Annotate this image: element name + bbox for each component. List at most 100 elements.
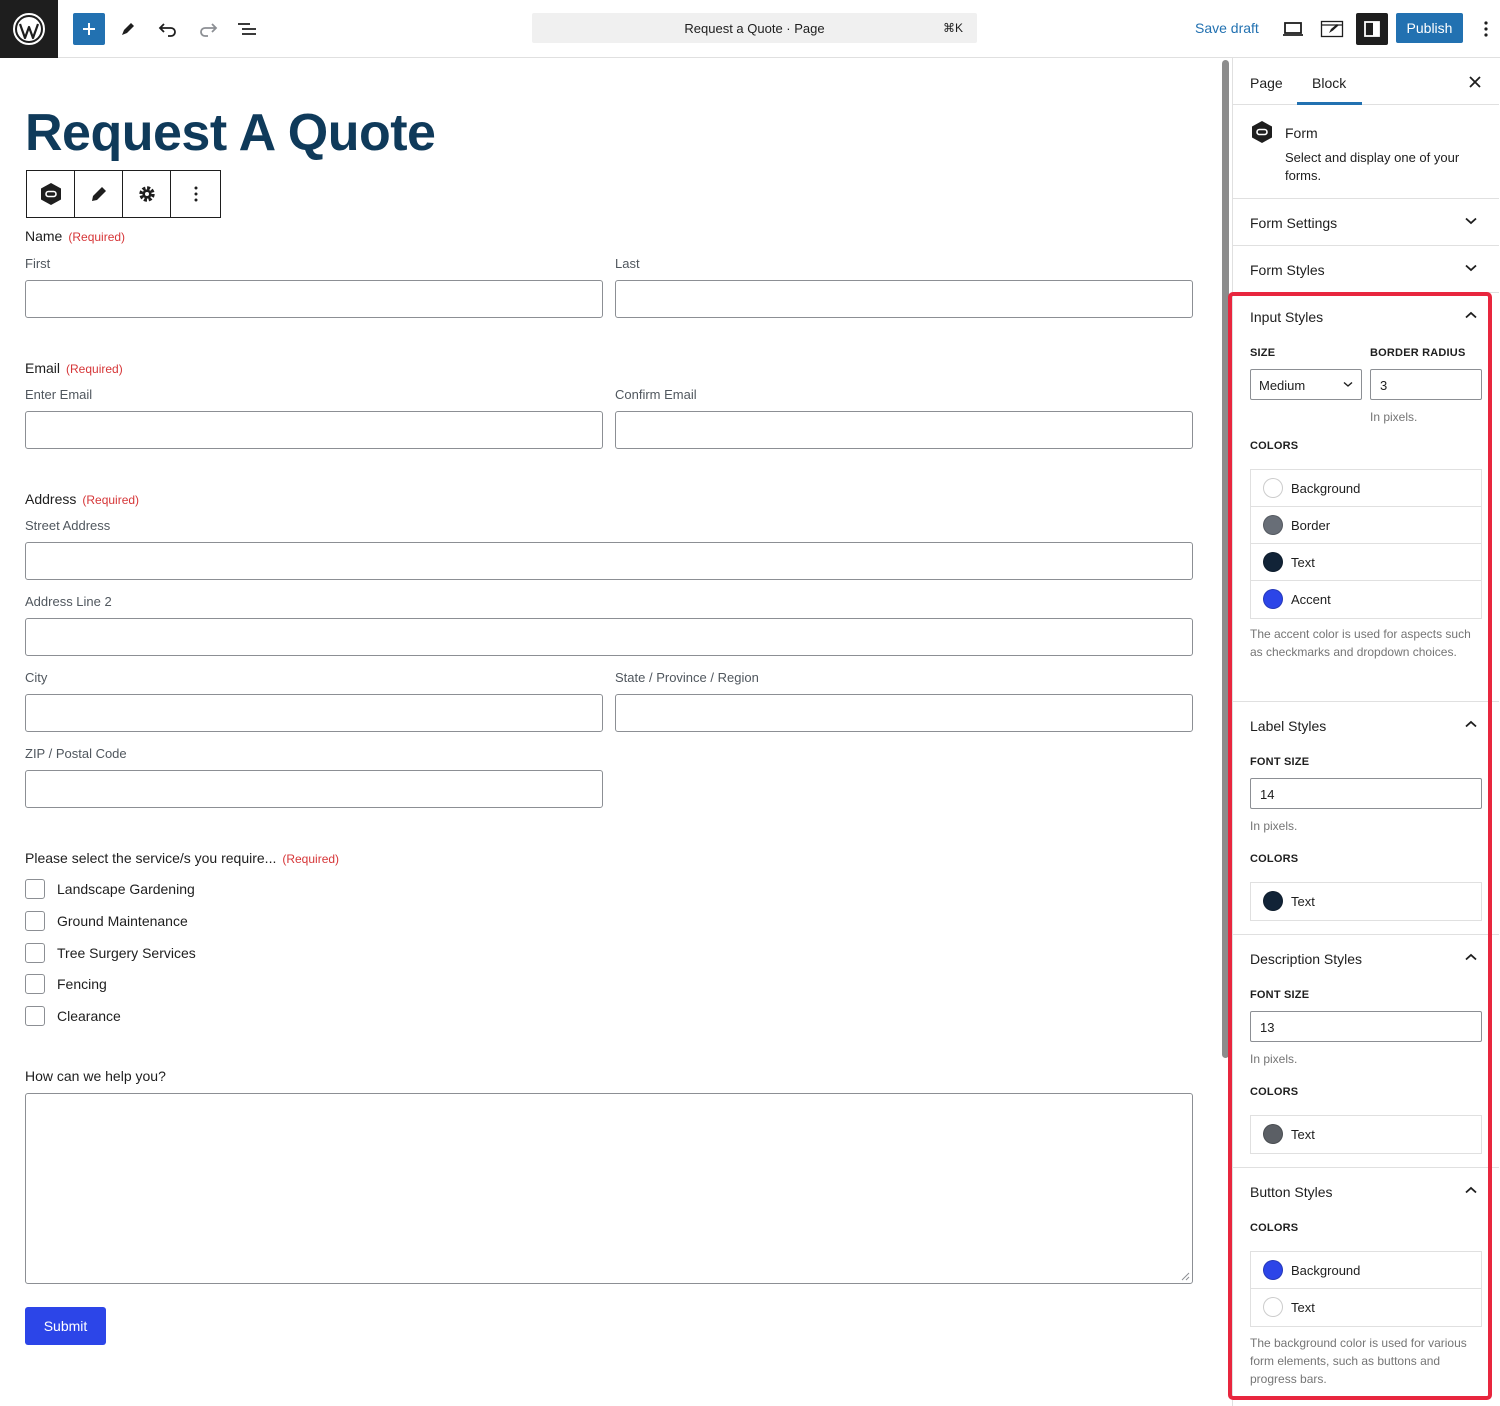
document-title: Request a Quote · Page — [684, 21, 825, 36]
form-styles-panel-toggle[interactable]: Form Styles — [1233, 246, 1499, 293]
last-name-sublabel: Last — [615, 256, 640, 271]
state-input[interactable] — [615, 694, 1193, 732]
add-block-button[interactable] — [73, 13, 105, 45]
button-styles-panel-toggle[interactable]: Button Styles — [1233, 1168, 1499, 1215]
help-textarea[interactable] — [25, 1093, 1193, 1284]
page-title[interactable]: Request A Quote — [25, 103, 436, 163]
last-name-input[interactable] — [615, 280, 1193, 318]
color-swatch — [1263, 515, 1283, 535]
panel-title: Form Styles — [1250, 262, 1325, 278]
checkbox[interactable] — [25, 974, 45, 994]
input-background-color[interactable]: Background — [1251, 470, 1481, 507]
form-settings-button[interactable] — [123, 171, 171, 217]
color-name: Text — [1291, 894, 1315, 909]
label-text-color[interactable]: Text — [1251, 883, 1481, 920]
address-line2-input[interactable] — [25, 618, 1193, 656]
color-name: Text — [1291, 1127, 1315, 1142]
redo-button[interactable] — [192, 13, 224, 45]
font-size-label: FONT SIZE — [1250, 756, 1310, 768]
checkbox[interactable] — [25, 879, 45, 899]
confirm-email-sublabel: Confirm Email — [615, 387, 697, 402]
label-font-size-value: 14 — [1260, 787, 1275, 802]
save-draft-button[interactable]: Save draft — [1195, 20, 1259, 36]
service-option-label: Ground Maintenance — [57, 913, 188, 929]
block-card-description: Select and display one of your forms. — [1285, 150, 1460, 183]
form-settings-panel-toggle[interactable]: Form Settings — [1233, 199, 1499, 246]
panel-title: Input Styles — [1250, 309, 1324, 325]
publish-button[interactable]: Publish — [1396, 13, 1463, 43]
email-input[interactable] — [25, 411, 603, 449]
address-label-text: Address — [25, 491, 77, 507]
colors-label: COLORS — [1250, 1222, 1299, 1234]
chevron-up-icon — [1465, 1186, 1477, 1194]
pencil-icon — [122, 23, 134, 35]
street-address-input[interactable] — [25, 542, 1193, 580]
input-text-color[interactable]: Text — [1251, 544, 1481, 581]
checkbox[interactable] — [25, 943, 45, 963]
required-marker: (Required) — [282, 852, 340, 866]
panel-title: Description Styles — [1250, 951, 1363, 967]
undo-button[interactable] — [152, 13, 184, 45]
block-options-button[interactable] — [171, 171, 220, 217]
checkbox[interactable] — [25, 1006, 45, 1026]
shortcut-hint: ⌘K — [942, 21, 963, 35]
service-option[interactable]: Landscape Gardening — [25, 878, 195, 900]
submit-button[interactable]: Submit — [25, 1307, 106, 1345]
border-radius-input[interactable]: 3 — [1370, 369, 1482, 400]
label-styles-panel-toggle[interactable]: Label Styles — [1233, 702, 1499, 749]
service-option[interactable]: Tree Surgery Services — [25, 942, 196, 964]
tools-button[interactable] — [112, 13, 144, 45]
color-swatch — [1263, 478, 1283, 498]
button-text-color[interactable]: Text — [1251, 1289, 1481, 1326]
button-background-color[interactable]: Background — [1251, 1252, 1481, 1289]
input-border-color[interactable]: Border — [1251, 507, 1481, 544]
colors-label: COLORS — [1250, 853, 1299, 865]
canvas-scrollbar[interactable] — [1222, 60, 1229, 1058]
editor-canvas: Request A Quote Name (Required) First La… — [0, 58, 1220, 1406]
input-styles-panel-toggle[interactable]: Input Styles — [1233, 293, 1499, 340]
enter-email-sublabel: Enter Email — [25, 387, 93, 402]
edit-view-button[interactable] — [1316, 13, 1348, 45]
command-palette-bar[interactable]: Request a Quote · Page ⌘K — [532, 13, 977, 43]
chevron-up-icon — [1465, 311, 1477, 319]
description-text-color[interactable]: Text — [1251, 1116, 1481, 1153]
label-colors-list: Text — [1250, 882, 1482, 921]
checkbox[interactable] — [25, 911, 45, 931]
label-font-size-input[interactable]: 14 — [1250, 778, 1482, 809]
tab-block[interactable]: Block — [1312, 75, 1346, 91]
confirm-email-input[interactable] — [615, 411, 1193, 449]
address-line2-sublabel: Address Line 2 — [25, 594, 112, 609]
first-name-input[interactable] — [25, 280, 603, 318]
settings-sidebar-toggle[interactable] — [1356, 13, 1388, 45]
form-block-icon — [1252, 121, 1272, 143]
panel-title: Form Settings — [1250, 215, 1338, 231]
colors-label: COLORS — [1250, 1086, 1299, 1098]
zip-input[interactable] — [25, 770, 603, 808]
description-styles-panel-toggle[interactable]: Description Styles — [1233, 935, 1499, 982]
resize-handle-icon[interactable] — [1180, 1271, 1190, 1281]
chevron-up-icon — [1465, 720, 1477, 728]
label-font-size-help: In pixels. — [1250, 819, 1298, 833]
address-field-label: Address (Required) — [25, 491, 139, 507]
form-block-type-button[interactable] — [27, 171, 75, 217]
city-input[interactable] — [25, 694, 603, 732]
wordpress-logo-icon[interactable] — [0, 0, 58, 58]
input-accent-color[interactable]: Accent — [1251, 581, 1481, 618]
service-option[interactable]: Fencing — [25, 973, 107, 995]
border-radius-value: 3 — [1380, 378, 1388, 393]
service-option[interactable]: Ground Maintenance — [25, 910, 188, 932]
sidebar-toggle-icon — [1364, 21, 1380, 37]
view-button[interactable] — [1277, 13, 1309, 45]
options-menu-button[interactable] — [1472, 13, 1500, 45]
description-font-size-input[interactable]: 13 — [1250, 1011, 1482, 1042]
pencil-icon — [91, 187, 106, 201]
document-overview-button[interactable] — [231, 13, 263, 45]
panel-title: Label Styles — [1250, 718, 1327, 734]
service-option[interactable]: Clearance — [25, 1005, 121, 1027]
required-marker: (Required) — [66, 362, 123, 376]
edit-form-button[interactable] — [75, 171, 123, 217]
close-icon[interactable] — [1465, 72, 1485, 92]
name-label-text: Name — [25, 228, 63, 244]
tab-page[interactable]: Page — [1250, 75, 1283, 91]
size-select[interactable]: Medium — [1250, 369, 1362, 400]
